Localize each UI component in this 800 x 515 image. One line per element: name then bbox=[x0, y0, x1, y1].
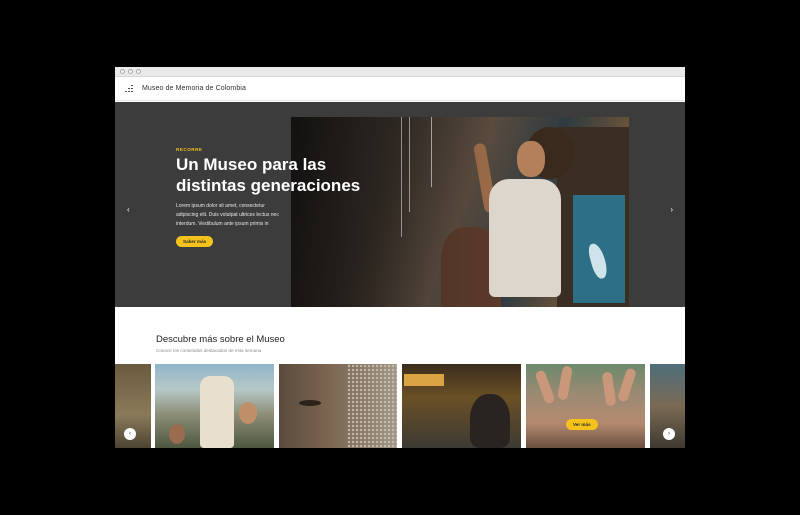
logo-icon[interactable] bbox=[124, 84, 134, 93]
hero-banner: RECORRE Un Museo para las distintas gene… bbox=[115, 102, 685, 307]
carousel-prev-icon[interactable]: ‹ bbox=[124, 428, 136, 440]
hero-title: Un Museo para las distintas generaciones bbox=[176, 155, 361, 195]
window-dot-minimize[interactable] bbox=[128, 69, 133, 74]
section-title: Descubre más sobre el Museo bbox=[156, 334, 285, 345]
hero-prev-arrow-icon[interactable]: ‹ bbox=[127, 205, 130, 214]
site-title[interactable]: Museo de Memoria de Colombia bbox=[142, 85, 246, 92]
carousel-tile[interactable] bbox=[155, 364, 274, 448]
browser-window: Museo de Memoria de Colombia RECORRE Un … bbox=[115, 67, 685, 448]
discover-section: Descubre más sobre el Museo Conoce los c… bbox=[115, 307, 685, 448]
hero-content: RECORRE Un Museo para las distintas gene… bbox=[176, 147, 386, 248]
content-carousel: Ver más ‹ › bbox=[115, 364, 685, 448]
carousel-tile[interactable] bbox=[279, 364, 397, 448]
site-header: Museo de Memoria de Colombia bbox=[115, 77, 685, 101]
window-dot-close[interactable] bbox=[120, 69, 125, 74]
carousel-next-icon[interactable]: › bbox=[663, 428, 675, 440]
hero-eyebrow: RECORRE bbox=[176, 147, 203, 152]
hero-description: Lorem ipsum dolor sit amet, consectetur … bbox=[176, 203, 279, 227]
hero-next-arrow-icon[interactable]: › bbox=[670, 205, 673, 214]
window-dot-maximize[interactable] bbox=[136, 69, 141, 74]
ver-mas-button[interactable]: Ver más bbox=[566, 419, 598, 430]
carousel-tile[interactable]: Ver más bbox=[526, 364, 645, 448]
window-chrome bbox=[115, 67, 685, 77]
section-subtitle: Conoce los contenidos destacados de esta… bbox=[156, 348, 262, 353]
carousel-tile[interactable] bbox=[402, 364, 521, 448]
saber-mas-button[interactable]: Saber más bbox=[176, 236, 214, 247]
